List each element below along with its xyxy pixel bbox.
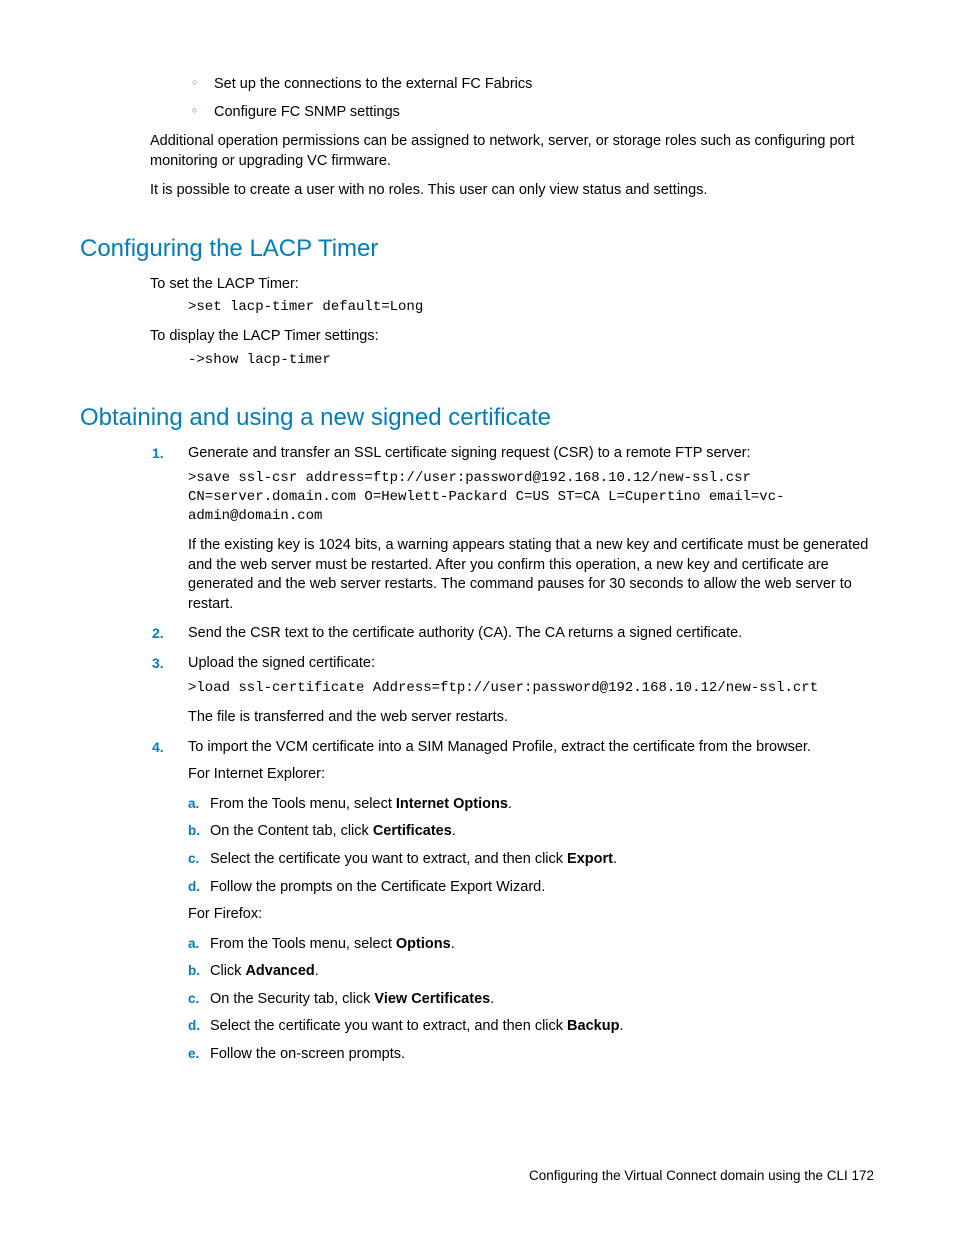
code-block: >load ssl-certificate Address=ftp://user… (188, 679, 874, 698)
step-3: Upload the signed certificate: >load ssl… (188, 654, 874, 728)
bold-text: View Certificates (374, 991, 490, 1007)
bold-text: Backup (567, 1018, 619, 1034)
text: . (451, 936, 455, 952)
step-text: Send the CSR text to the certificate aut… (188, 625, 742, 641)
code-block: ->show lacp-timer (188, 351, 874, 370)
step-1: Generate and transfer an SSL certificate… (188, 444, 874, 614)
text: Click (210, 963, 245, 979)
text: From the Tools menu, select (210, 796, 396, 812)
text: . (508, 796, 512, 812)
step-text: Upload the signed certificate: (188, 655, 375, 671)
text: On the Security tab, click (210, 991, 374, 1007)
text: Select the certificate you want to extra… (210, 851, 567, 867)
substep: Select the certificate you want to extra… (210, 1017, 874, 1037)
list-item: Configure FC SNMP settings (192, 103, 874, 123)
paragraph: If the existing key is 1024 bits, a warn… (188, 536, 874, 614)
step-text: To import the VCM certificate into a SIM… (188, 739, 811, 755)
substep: On the Security tab, click View Certific… (210, 990, 874, 1010)
heading-signed-certificate: Obtaining and using a new signed certifi… (80, 404, 874, 432)
paragraph: For Internet Explorer: (188, 765, 874, 785)
substep: Follow the on-screen prompts. (210, 1045, 874, 1065)
text: On the Content tab, click (210, 823, 373, 839)
text: Select the certificate you want to extra… (210, 1018, 567, 1034)
list-item: Set up the connections to the external F… (192, 75, 874, 95)
code-block: >set lacp-timer default=Long (188, 298, 874, 317)
firefox-substeps: From the Tools menu, select Options. Cli… (210, 935, 874, 1065)
top-bullet-list: Set up the connections to the external F… (192, 75, 874, 122)
substep: On the Content tab, click Certificates. (210, 822, 874, 842)
paragraph: Additional operation permissions can be … (150, 132, 874, 171)
paragraph: It is possible to create a user with no … (150, 181, 874, 201)
substep: Click Advanced. (210, 962, 874, 982)
bold-text: Advanced (245, 963, 314, 979)
text: . (613, 851, 617, 867)
text: . (452, 823, 456, 839)
step-text: Generate and transfer an SSL certificate… (188, 445, 751, 461)
step-4: To import the VCM certificate into a SIM… (188, 738, 874, 1065)
bold-text: Internet Options (396, 796, 508, 812)
document-page: Set up the connections to the external F… (0, 0, 954, 1235)
text: . (490, 991, 494, 1007)
paragraph: To display the LACP Timer settings: (150, 327, 874, 347)
step-2: Send the CSR text to the certificate aut… (188, 624, 874, 644)
paragraph: To set the LACP Timer: (150, 275, 874, 295)
paragraph: The file is transferred and the web serv… (188, 708, 874, 728)
page-footer: Configuring the Virtual Connect domain u… (529, 1168, 874, 1183)
bold-text: Options (396, 936, 451, 952)
substep: From the Tools menu, select Internet Opt… (210, 795, 874, 815)
numbered-steps: Generate and transfer an SSL certificate… (188, 444, 874, 1065)
ie-substeps: From the Tools menu, select Internet Opt… (210, 795, 874, 897)
substep: From the Tools menu, select Options. (210, 935, 874, 955)
bold-text: Certificates (373, 823, 452, 839)
text: From the Tools menu, select (210, 936, 396, 952)
code-block: >save ssl-csr address=ftp://user:passwor… (188, 469, 874, 526)
substep: Select the certificate you want to extra… (210, 850, 874, 870)
substep: Follow the prompts on the Certificate Ex… (210, 878, 874, 898)
bold-text: Export (567, 851, 613, 867)
heading-lacp-timer: Configuring the LACP Timer (80, 235, 874, 263)
text: . (619, 1018, 623, 1034)
paragraph: For Firefox: (188, 905, 874, 925)
text: . (315, 963, 319, 979)
